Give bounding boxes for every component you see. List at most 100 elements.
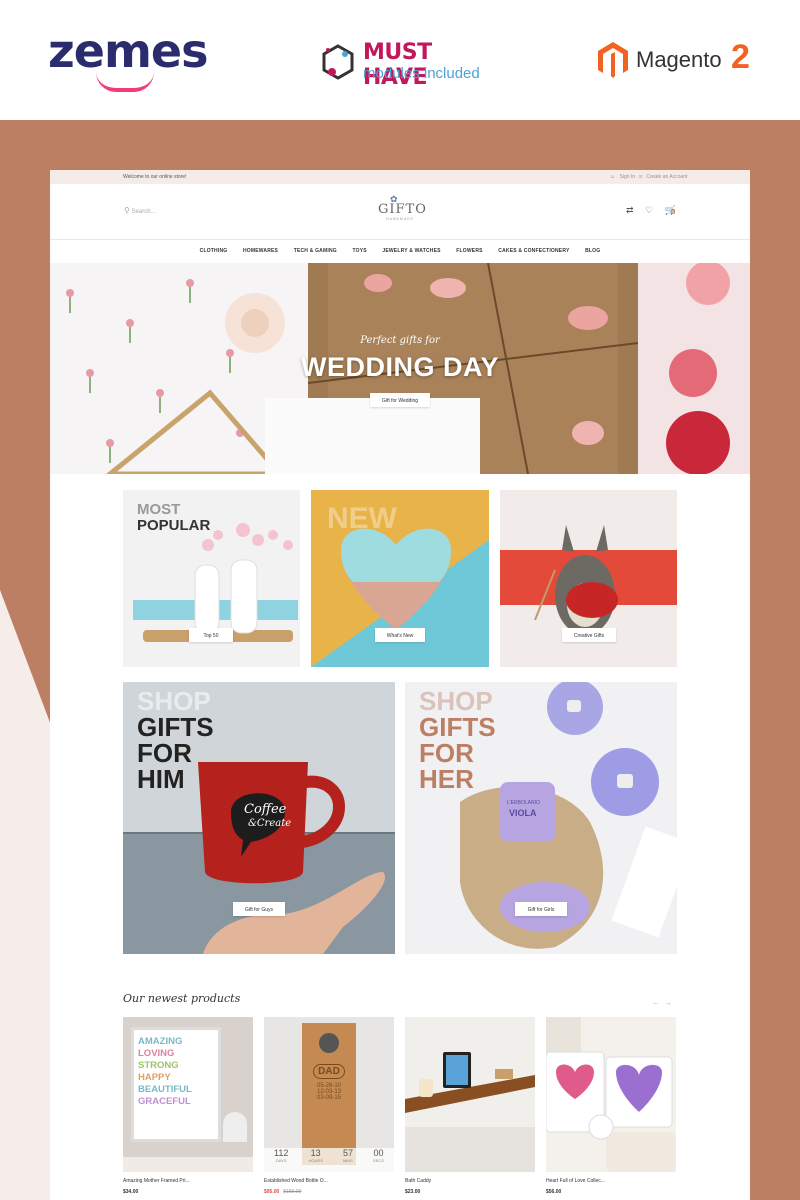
jar-brand: L'ERBOLARIO [507,800,540,806]
creative-gifts-button[interactable]: Creative Gifts [562,628,616,642]
mug-text-1: Coffee [244,802,287,817]
poster-word: HAPPY [138,1072,171,1083]
countdown-value: 00 [373,1148,384,1158]
top-50-button[interactable]: Top 50 [189,628,233,642]
header-icons: ⇄ ♡ 🛒0 [626,205,685,216]
main-nav: CLOTHING HOMEWARES TECH & GAMING TOYS JE… [50,240,750,263]
wood-board: DAD 05-26-10 12-03-13 03-09-15 [302,1023,356,1165]
shelf [123,1157,253,1172]
nav-toys[interactable]: TOYS [352,248,366,254]
site-logo[interactable]: ✿ GIFTO HANDMADE [378,194,427,221]
zemes-logo[interactable]: zemes [48,24,208,78]
poster-word: LOVING [138,1048,175,1059]
bottle-opener-icon [319,1033,339,1053]
price-current: $23.00 [405,1189,421,1195]
countdown-mins: 57 MINS [343,1148,353,1172]
link-separator: or [638,174,643,180]
top-bar: Welcome to our online store! ☺ Sign In o… [50,170,750,184]
poster-word: STRONG [138,1060,179,1071]
product-price: $95.00 $150.00 [264,1189,394,1195]
whats-new-button[interactable]: What's New [375,628,425,642]
countdown-secs: 00 SECS [373,1148,384,1172]
popular-line1: MOST [137,501,181,518]
site-header: ⚲ Search... ✿ GIFTO HANDMADE ⇄ ♡ 🛒0 [50,184,750,240]
hero-banner: Perfect gifts for WEDDING DAY Gift for W… [50,263,750,474]
him-line1: GIFTS [137,712,214,742]
magento-logo-icon [598,42,628,78]
promo-band: zemes MUST HAVE modules included Magento… [0,0,800,120]
compare-icon[interactable]: ⇄ [626,205,634,215]
nav-clothing[interactable]: CLOTHING [200,248,228,254]
brand-subtitle: HANDMADE [385,217,415,221]
product-image[interactable]: AMAZING LOVING STRONG HAPPY BEAUTIFUL GR… [123,1017,253,1172]
him-shop: SHOP [137,686,211,716]
poster-word: BEAUTIFUL [138,1084,192,1095]
nav-jewelry-watches[interactable]: JEWELRY & WATCHES [382,248,440,254]
price-sale: $95.00 [264,1189,280,1195]
wishlist-icon[interactable]: ♡ [645,205,653,215]
countdown-label: SECS [373,1158,384,1163]
create-account-link[interactable]: Create an Account [646,174,687,180]
countdown-value: 57 [342,1148,353,1158]
cart-count: 0 [670,209,675,214]
jar-name: VIOLA [509,808,537,818]
brand-name: GIFTO [378,202,427,217]
tile-gifts-for-him[interactable]: SHOP GIFTS FOR HIM Coffee &Create Gift f… [123,682,395,954]
search-placeholder: Search... [131,209,156,215]
hero-title: WEDDING DAY [300,352,500,382]
nav-homewares[interactable]: HOMEWARES [243,248,278,254]
product-card[interactable]: Heart Full of Love Collec... $56.00 [546,1017,676,1195]
product-name[interactable]: Bath Caddy [405,1178,535,1184]
must-have-subtitle: modules included [363,65,480,82]
product-image[interactable]: DAD 05-26-10 12-03-13 03-09-15 112 DAYS 1… [264,1017,394,1172]
mug-text-2: &Create [248,818,292,829]
heart-collection-image [546,1017,676,1172]
tile-gifts-for-her[interactable]: SHOP GIFTS FOR HER L'ERBOLARIO VIOLA Gif… [405,682,677,954]
product-card[interactable]: Bath Caddy $23.00 [405,1017,535,1195]
tile-new[interactable]: NEW What's New [311,490,489,667]
product-name[interactable]: Amazing Mother Framed Pri... [123,1178,253,1184]
sign-in-link[interactable]: Sign In [620,174,636,180]
nav-tech-gaming[interactable]: TECH & GAMING [294,248,337,254]
her-line3: HER [419,764,474,794]
countdown-value: 13 [310,1148,321,1158]
arrow-left-icon[interactable]: ← [652,998,664,1007]
hexagon-icon [322,44,354,80]
magento-badge: Magento 2 [596,38,756,82]
countdown-value: 112 [274,1148,289,1158]
arrow-right-icon[interactable]: → [664,998,676,1007]
tile-most-popular[interactable]: MOST POPULAR Top 50 [123,490,300,667]
product-price: $23.00 [405,1189,535,1195]
product-name[interactable]: Established Wood Bottle O... [264,1178,394,1184]
leaf-icon: ✿ [390,194,398,204]
product-card[interactable]: DAD 05-26-10 12-03-13 03-09-15 112 DAYS 1… [264,1017,394,1195]
magento-name: Magento [636,47,722,72]
product-price: $56.00 [546,1189,676,1195]
dad-date: 03-09-15 [316,1095,342,1101]
her-line2: FOR [419,738,474,768]
countdown-timer: 112 DAYS 13 HOURS 57 MINS 00 SECS [264,1148,394,1172]
user-icon: ☺ [610,174,616,180]
countdown-days: 112 DAYS [274,1148,288,1172]
hero-tagline: Perfect gifts for [360,335,440,346]
gift-for-girls-button[interactable]: Gift for Girls [515,902,567,916]
search-icon: ⚲ [124,206,130,215]
product-image[interactable] [546,1017,676,1172]
product-name[interactable]: Heart Full of Love Collec... [546,1178,676,1184]
nav-blog[interactable]: BLOG [585,248,600,254]
site-preview: Welcome to our online store! ☺ Sign In o… [50,170,750,1200]
tile-creative-gifts[interactable]: Creative Gifts [500,490,677,667]
popular-line2: POPULAR [137,517,211,534]
plant-image [223,1112,247,1142]
product-image[interactable] [405,1017,535,1172]
him-line2: FOR [137,738,192,768]
nav-cakes[interactable]: CAKES & CONFECTIONERY [498,248,569,254]
gift-for-guys-button[interactable]: Gift for Guys [233,902,285,916]
cart-icon[interactable]: 🛒0 [665,205,676,215]
bath-caddy-image [405,1052,535,1172]
product-card[interactable]: AMAZING LOVING STRONG HAPPY BEAUTIFUL GR… [123,1017,253,1195]
hero-button[interactable]: Gift for Wedding [370,393,430,407]
her-line1: GIFTS [419,712,496,742]
search-box[interactable]: ⚲ Search... [124,206,156,215]
nav-flowers[interactable]: FLOWERS [456,248,482,254]
